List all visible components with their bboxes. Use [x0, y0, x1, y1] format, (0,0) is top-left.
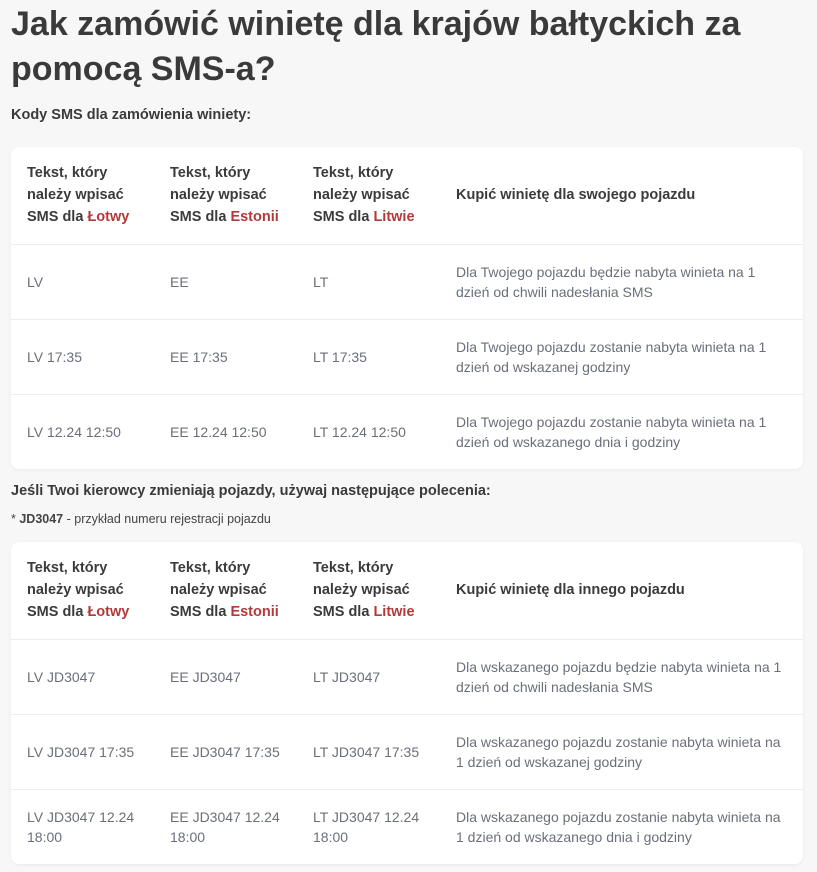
table-row: LV JD3047 17:35 EE JD3047 17:35 LT JD304… — [11, 714, 803, 790]
cell-description: Dla wskazanego pojazdu będzie nabyta win… — [440, 639, 803, 715]
header-description: Kupić winietę dla swojego pojazdu — [456, 187, 696, 203]
cell-estonia-code: EE 12.24 12:50 — [154, 394, 297, 469]
cell-estonia-code: EE JD3047 — [154, 639, 297, 715]
sms-codes-table: Tekst, który należy wpisać SMS dla Łotwy… — [11, 147, 803, 469]
cell-latvia-code: LV JD3047 12.24 18:00 — [11, 789, 154, 864]
header-lithuania: Tekst, który należy wpisać SMS dla Litwi… — [297, 542, 440, 640]
table-row: LV 12.24 12:50 EE 12.24 12:50 LT 12.24 1… — [11, 394, 803, 469]
header-estonia: Tekst, który należy wpisać SMS dla Eston… — [154, 542, 297, 640]
cell-description: Dla wskazanego pojazdu zostanie nabyta w… — [440, 714, 803, 790]
page: Jak zamówić winietę dla krajów bałtyckic… — [0, 0, 817, 864]
cell-latvia-code: LV JD3047 — [11, 639, 154, 715]
cell-estonia-code: EE — [154, 244, 297, 320]
country-name-estonia: Estonii — [230, 604, 279, 620]
cell-description: Dla Twojego pojazdu będzie nabyta winiet… — [440, 244, 803, 320]
other-vehicle-table: Tekst, który należy wpisać SMS dla Łotwy… — [11, 542, 803, 864]
country-name-estonia: Estonii — [230, 209, 279, 225]
table-header-row: Tekst, który należy wpisać SMS dla Łotwy… — [11, 147, 803, 245]
cell-description: Dla wskazanego pojazdu zostanie nabyta w… — [440, 789, 803, 864]
cell-lithuania-code: LT — [297, 244, 440, 320]
cell-latvia-code: LV JD3047 17:35 — [11, 714, 154, 790]
country-name-lithuania: Litwie — [373, 209, 415, 225]
table-row: LV 17:35 EE 17:35 LT 17:35 Dla Twojego p… — [11, 319, 803, 395]
registration-note: * JD3047 - przykład numeru rejestracji p… — [11, 511, 803, 527]
table-row: LV JD3047 EE JD3047 LT JD3047 Dla wskaza… — [11, 639, 803, 715]
header-lithuania: Tekst, który należy wpisać SMS dla Litwi… — [297, 147, 440, 245]
country-name-lithuania: Litwie — [373, 604, 415, 620]
sms-codes-table-card: Tekst, który należy wpisać SMS dla Łotwy… — [11, 147, 803, 469]
cell-estonia-code: EE 17:35 — [154, 319, 297, 395]
cell-latvia-code: LV 17:35 — [11, 319, 154, 395]
cell-lithuania-code: LT JD3047 17:35 — [297, 714, 440, 790]
cell-estonia-code: EE JD3047 12.24 18:00 — [154, 789, 297, 864]
country-name-latvia: Łotwy — [87, 604, 130, 620]
table-header-row: Tekst, który należy wpisać SMS dla Łotwy… — [11, 542, 803, 640]
table-row: LV JD3047 12.24 18:00 EE JD3047 12.24 18… — [11, 789, 803, 864]
header-latvia: Tekst, który należy wpisać SMS dla Łotwy — [11, 147, 154, 245]
header-latvia: Tekst, który należy wpisać SMS dla Łotwy — [11, 542, 154, 640]
page-title: Jak zamówić winietę dla krajów bałtyckic… — [11, 5, 741, 88]
sms-codes-subtitle: Kody SMS dla zamówienia winiety: — [11, 107, 252, 123]
cell-lithuania-code: LT JD3047 — [297, 639, 440, 715]
header-estonia: Tekst, który należy wpisać SMS dla Eston… — [154, 147, 297, 245]
table-row: LV EE LT Dla Twojego pojazdu będzie naby… — [11, 244, 803, 320]
country-name-latvia: Łotwy — [87, 209, 130, 225]
cell-lithuania-code: LT 17:35 — [297, 319, 440, 395]
cell-description: Dla Twojego pojazdu zostanie nabyta wini… — [440, 319, 803, 395]
cell-latvia-code: LV 12.24 12:50 — [11, 394, 154, 469]
cell-lithuania-code: LT JD3047 12.24 18:00 — [297, 789, 440, 864]
cell-lithuania-code: LT 12.24 12:50 — [297, 394, 440, 469]
change-vehicle-title: Jeśli Twoi kierowcy zmieniają pojazdy, u… — [11, 483, 491, 499]
other-vehicle-table-card: Tekst, który należy wpisać SMS dla Łotwy… — [11, 542, 803, 864]
note-text: - przykład numeru rejestracji pojazdu — [63, 512, 271, 526]
cell-latvia-code: LV — [11, 244, 154, 320]
cell-estonia-code: EE JD3047 17:35 — [154, 714, 297, 790]
note-code: JD3047 — [19, 512, 64, 526]
cell-description: Dla Twojego pojazdu zostanie nabyta wini… — [440, 394, 803, 469]
header-description: Kupić winietę dla innego pojazdu — [456, 582, 685, 598]
